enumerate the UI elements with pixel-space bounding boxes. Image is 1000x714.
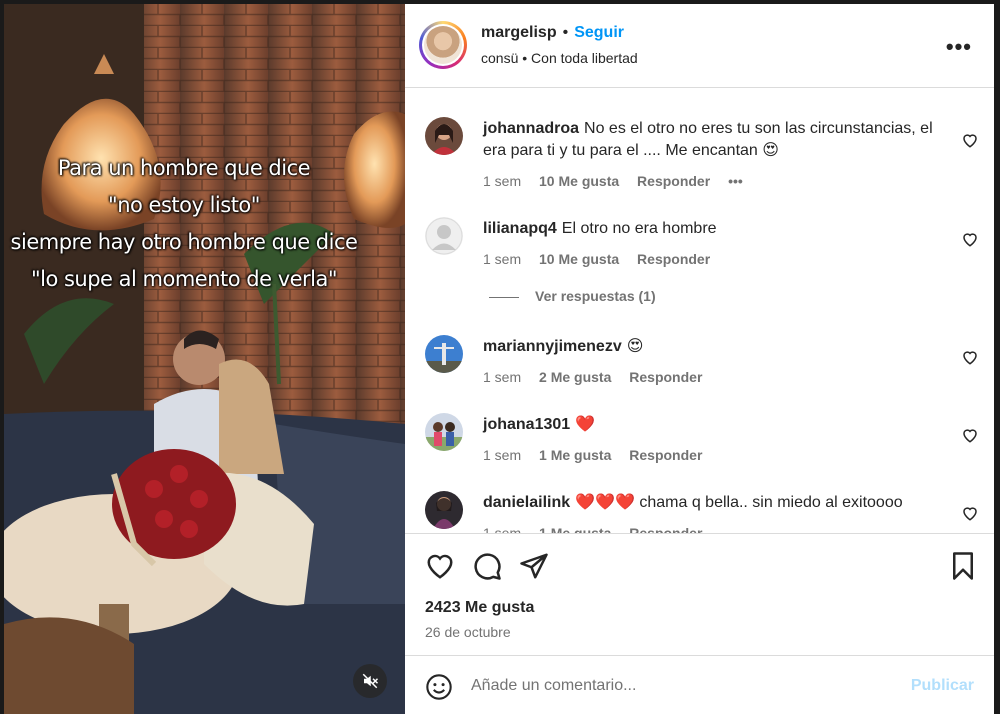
audio-info[interactable]: consü • Con toda libertad <box>481 50 638 66</box>
comment-time[interactable]: 1 sem <box>483 447 521 463</box>
caption-line: "lo supe al momento de verla" <box>30 267 338 291</box>
separator-dot: • <box>522 50 528 66</box>
heart-icon[interactable] <box>961 131 979 149</box>
reply-button[interactable]: Responder <box>637 173 710 189</box>
separator-dot: • <box>562 24 569 41</box>
heart-icon[interactable] <box>961 348 979 366</box>
comment-likes[interactable]: 1 Me gusta <box>539 525 611 533</box>
post-header: margelisp • Seguir consü • Con toda libert… <box>405 4 994 88</box>
more-icon: ••• <box>945 34 972 59</box>
commenter-username[interactable]: mariannyjimenezv <box>483 338 622 355</box>
comment-icon[interactable] <box>472 551 502 581</box>
video-caption-overlay: Para un hombre que dice "no estoy listo"… <box>4 150 364 298</box>
comment-text: El otro no era hombre <box>561 220 717 237</box>
comment-likes[interactable]: 10 Me gusta <box>539 173 619 189</box>
caption-line: Para un hombre que dice <box>57 156 311 180</box>
add-comment-bar: Publicar <box>405 655 994 714</box>
author-username[interactable]: margelisp <box>481 24 557 41</box>
heart-icon[interactable] <box>961 504 979 522</box>
view-replies-button[interactable]: Ver respuestas (1) <box>489 288 656 304</box>
audio-title: Con toda libertad <box>531 50 638 66</box>
reply-button[interactable]: Responder <box>637 251 710 267</box>
commenter-avatar[interactable] <box>425 217 463 255</box>
comment-text: ❤️❤️❤️ chama q bella.. sin miedo al exit… <box>575 494 903 511</box>
page-edge <box>994 0 1000 714</box>
comments-list[interactable]: johannadroa No es el otro no eres tu son … <box>405 89 994 533</box>
commenter-avatar[interactable] <box>425 335 463 373</box>
comment-likes[interactable]: 10 Me gusta <box>539 251 619 267</box>
commenter-username[interactable]: danielailink <box>483 494 570 511</box>
comment-time[interactable]: 1 sem <box>483 251 521 267</box>
replies-divider <box>489 296 519 298</box>
mute-icon <box>362 673 379 689</box>
commenter-avatar[interactable] <box>425 491 463 529</box>
comment-time[interactable]: 1 sem <box>483 369 521 385</box>
comment-more-button[interactable]: ••• <box>728 173 743 189</box>
view-replies-label: Ver respuestas (1) <box>535 288 656 304</box>
likes-count[interactable]: 2423 Me gusta <box>425 599 534 617</box>
bookmark-icon[interactable] <box>948 551 978 581</box>
post-date[interactable]: 26 de octubre <box>425 624 511 640</box>
comment-likes[interactable]: 2 Me gusta <box>539 369 611 385</box>
video-frame-image <box>4 4 405 714</box>
publish-button[interactable]: Publicar <box>911 677 974 695</box>
comment-time[interactable]: 1 sem <box>483 525 521 533</box>
heart-icon[interactable] <box>425 551 455 581</box>
comment-input[interactable] <box>471 672 891 700</box>
commenter-username[interactable]: johana1301 <box>483 416 570 433</box>
heart-icon[interactable] <box>961 230 979 248</box>
post-panel: margelisp • Seguir consü • Con toda libert… <box>405 4 994 714</box>
caption-line: siempre hay otro hombre que dice <box>10 230 358 254</box>
caption-line: "no estoy listo" <box>108 193 260 217</box>
mute-button[interactable] <box>353 664 387 698</box>
commenter-username[interactable]: lilianapq4 <box>483 220 557 237</box>
comment-likes[interactable]: 1 Me gusta <box>539 447 611 463</box>
reply-button[interactable]: Responder <box>629 369 702 385</box>
author-avatar[interactable] <box>419 21 467 69</box>
reply-button[interactable]: Responder <box>629 447 702 463</box>
post-media-video[interactable]: Para un hombre que dice "no estoy listo"… <box>4 4 405 714</box>
comment-text: 😍 <box>626 338 644 355</box>
more-options-button[interactable]: ••• <box>946 34 972 60</box>
emoji-icon[interactable] <box>425 673 453 701</box>
comment-text: ❤️ <box>575 416 596 433</box>
reply-button[interactable]: Responder <box>629 525 702 533</box>
commenter-username[interactable]: johannadroa <box>483 120 579 137</box>
audio-artist: consü <box>481 50 519 66</box>
comment-time[interactable]: 1 sem <box>483 173 521 189</box>
commenter-avatar[interactable] <box>425 413 463 451</box>
share-icon[interactable] <box>519 551 549 581</box>
commenter-avatar[interactable] <box>425 117 463 155</box>
post-actions: 2423 Me gusta 26 de octubre <box>405 533 994 655</box>
follow-button[interactable]: Seguir <box>574 24 624 41</box>
heart-icon[interactable] <box>961 426 979 444</box>
